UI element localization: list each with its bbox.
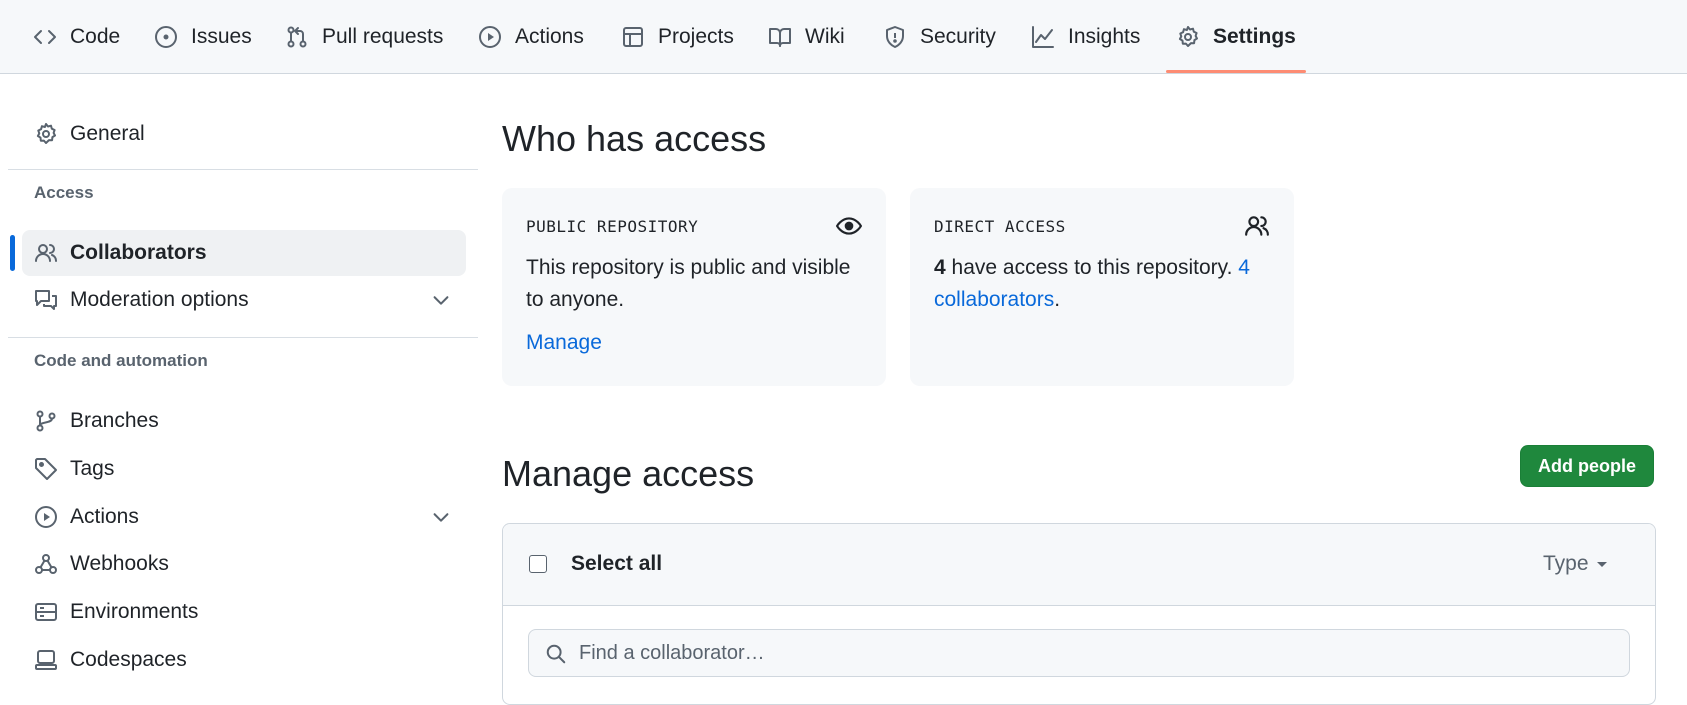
table-icon bbox=[621, 25, 645, 49]
card-text: This repository is public and visible to… bbox=[526, 256, 851, 311]
panel-header: Select all Type bbox=[503, 524, 1655, 606]
sidebar-item-webhooks[interactable]: Webhooks bbox=[22, 541, 466, 587]
gear-icon bbox=[1176, 25, 1200, 49]
search-input[interactable] bbox=[577, 630, 1611, 676]
sidebar-heading-code-automation: Code and automation bbox=[34, 351, 208, 370]
tab-label: Insights bbox=[1068, 24, 1141, 48]
sidebar-item-general[interactable]: General bbox=[22, 111, 466, 157]
active-tab-underline bbox=[1166, 70, 1306, 73]
public-repository-card: PUBLIC REPOSITORY This repository is pub… bbox=[502, 188, 886, 386]
collaborators-panel: Select all Type bbox=[502, 523, 1656, 705]
gear-icon bbox=[34, 122, 58, 146]
sidebar-item-codespaces[interactable]: Codespaces bbox=[22, 637, 466, 683]
sidebar-item-label: Webhooks bbox=[70, 552, 169, 575]
add-people-button[interactable]: Add people bbox=[1520, 445, 1654, 487]
book-icon bbox=[768, 25, 792, 49]
sidebar-heading-access: Access bbox=[34, 183, 94, 202]
sidebar-item-label: Actions bbox=[70, 505, 139, 528]
sidebar-item-label: Moderation options bbox=[70, 288, 249, 311]
sidebar-item-branches[interactable]: Branches bbox=[22, 398, 466, 444]
webhook-icon bbox=[34, 552, 58, 576]
server-icon bbox=[34, 600, 58, 624]
tab-label: Code bbox=[70, 24, 121, 48]
selected-marker bbox=[10, 235, 15, 271]
access-count: 4 bbox=[934, 256, 946, 279]
chevron-down-icon bbox=[430, 289, 452, 311]
manage-visibility-link[interactable]: Manage bbox=[526, 331, 602, 355]
sidebar-item-actions[interactable]: Actions bbox=[22, 494, 466, 540]
who-has-access-title: Who has access bbox=[502, 118, 767, 159]
tab-projects[interactable]: Projects bbox=[621, 0, 734, 73]
manage-access-title: Manage access bbox=[502, 453, 755, 494]
tab-settings[interactable]: Settings bbox=[1166, 0, 1306, 73]
tab-code[interactable]: Code bbox=[33, 0, 120, 73]
tab-label: Settings bbox=[1213, 24, 1296, 48]
search-icon bbox=[545, 643, 567, 665]
card-text: 4 have access to this repository. 4 coll… bbox=[934, 252, 1274, 316]
sidebar-item-label: Codespaces bbox=[70, 648, 187, 671]
sidebar-divider bbox=[8, 337, 478, 338]
sidebar-item-tags[interactable]: Tags bbox=[22, 446, 466, 492]
repo-nav: Code Issues Pull requests Actions Projec… bbox=[0, 0, 1687, 74]
git-pull-request-icon bbox=[285, 25, 309, 49]
git-branch-icon bbox=[34, 409, 58, 433]
tab-security[interactable]: Security bbox=[883, 0, 996, 73]
card-title: PUBLIC REPOSITORY bbox=[526, 217, 699, 236]
type-filter-dropdown[interactable]: Type bbox=[1543, 552, 1609, 576]
sidebar-item-moderation[interactable]: Moderation options bbox=[22, 277, 466, 323]
select-all-label: Select all bbox=[571, 552, 663, 575]
sidebar-item-collaborators[interactable]: Collaborators bbox=[10, 230, 466, 276]
people-icon bbox=[34, 241, 58, 265]
sidebar-item-label: Environments bbox=[70, 600, 199, 623]
graph-icon bbox=[1031, 25, 1055, 49]
settings-sidebar: General Access Collaborators Moderation … bbox=[0, 73, 480, 691]
tab-issues[interactable]: Issues bbox=[154, 0, 252, 73]
tab-label: Security bbox=[920, 24, 996, 48]
access-text: have access to this repository. bbox=[945, 256, 1239, 279]
issue-opened-icon bbox=[154, 25, 178, 49]
chevron-down-icon bbox=[430, 506, 452, 528]
caret-down-icon bbox=[1596, 562, 1607, 567]
tab-label: Projects bbox=[658, 24, 734, 48]
eye-icon bbox=[836, 213, 862, 239]
sidebar-divider bbox=[8, 169, 478, 170]
direct-access-card: DIRECT ACCESS 4 have access to this repo… bbox=[910, 188, 1294, 386]
play-icon bbox=[34, 505, 58, 529]
sidebar-item-label: Collaborators bbox=[70, 241, 207, 264]
sidebar-item-label: Tags bbox=[70, 457, 115, 480]
tab-pull-requests[interactable]: Pull requests bbox=[285, 0, 443, 73]
sidebar-item-label: Branches bbox=[70, 409, 159, 432]
select-all-checkbox[interactable] bbox=[529, 555, 547, 573]
tab-label: Pull requests bbox=[322, 24, 444, 48]
tab-label: Wiki bbox=[805, 24, 845, 48]
shield-icon bbox=[883, 25, 907, 49]
tab-insights[interactable]: Insights bbox=[1031, 0, 1140, 73]
people-icon bbox=[1244, 213, 1270, 239]
tab-actions[interactable]: Actions bbox=[478, 0, 584, 73]
tab-label: Actions bbox=[515, 24, 584, 48]
period: . bbox=[1054, 288, 1061, 311]
tag-icon bbox=[34, 457, 58, 481]
codespaces-icon bbox=[34, 648, 58, 672]
tab-wiki[interactable]: Wiki bbox=[768, 0, 845, 73]
type-label: Type bbox=[1543, 552, 1589, 575]
comment-discussion-icon bbox=[34, 288, 58, 312]
play-icon bbox=[478, 25, 502, 49]
card-title: DIRECT ACCESS bbox=[934, 217, 1066, 236]
collaborator-search bbox=[528, 629, 1630, 677]
sidebar-item-label: General bbox=[70, 122, 145, 145]
tab-label: Issues bbox=[191, 24, 252, 48]
sidebar-item-environments[interactable]: Environments bbox=[22, 589, 466, 635]
code-icon bbox=[33, 25, 57, 49]
